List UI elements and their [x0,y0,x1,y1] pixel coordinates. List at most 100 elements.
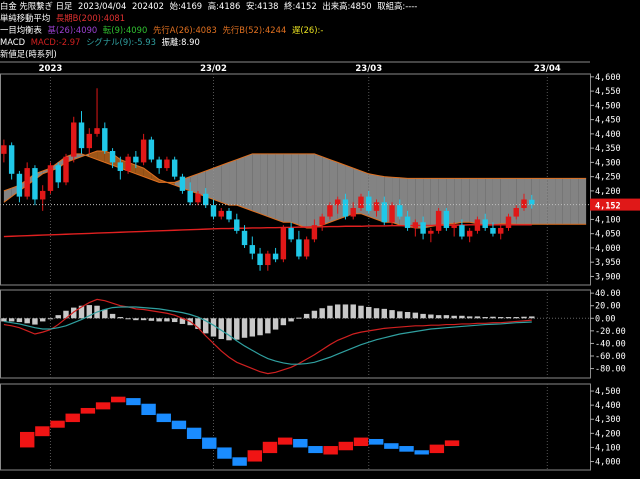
macd-osc-bar [39,318,46,322]
macd-osc-bar [210,318,217,337]
date-tick-label: 23/03 [355,64,382,74]
shinne-axis-label: 4,100 [595,443,621,453]
header-line-ma: 単純移動平均 長期B(200):4081 [0,13,128,24]
macd-osc-bar [296,317,302,319]
candle-body [187,190,193,203]
candle-body [428,230,434,234]
candle-body [443,210,450,228]
candle-body [474,219,481,231]
price-axis-label: 4,300 [595,158,621,168]
candle-body [234,219,240,231]
shinne-brick [338,441,354,451]
macd-osc-bar [389,310,395,319]
shinne-brick [444,440,460,447]
price-axis-label: 4,100 [595,215,621,225]
macd-osc-bar [366,306,372,319]
candle-body [466,230,473,237]
shinne-brick [399,446,414,452]
price-axis-label: 4,350 [595,144,621,154]
macd-osc-bar [373,308,380,319]
macd-osc-bar [459,315,465,319]
ichimoku-cloud-segment [229,159,237,206]
candle-body [327,205,333,217]
ma200-value: 長期B(200):4081 [55,13,126,23]
macd-osc-bar [327,305,333,319]
ichimoku-cloud-segment [492,178,501,226]
macd-osc-bar [311,310,318,319]
candle-body [32,168,38,200]
ichimoku-cloud-segment [275,153,284,223]
header-line-shinne: 新値足(時系列) [0,49,60,60]
candle-body [140,139,147,163]
candle-body [156,159,162,169]
volume-value: 出来高:4850 [322,1,372,11]
macd-osc-bar [443,315,450,319]
candle-body [529,199,535,205]
shinne-brick [186,427,202,439]
macd-axis-label: 40.00 [595,289,621,299]
macd-osc-bar [529,316,535,319]
ichimoku-cloud-segment [562,178,571,225]
candle-body [288,227,294,240]
candle-body [451,225,457,228]
date-tick-label: 23/02 [200,64,227,74]
candle-body [490,227,496,234]
shinne-brick [293,438,308,448]
ichimoku-cloud-segment [298,153,307,228]
macd-osc-bar [47,318,54,320]
candle-body [109,150,116,163]
shinne-brick [277,437,293,445]
candle-body [319,216,325,226]
macd-osc-bar [16,318,23,323]
instrument-name: 白金 先限繋ぎ 日足 [0,1,73,11]
shinne-brick [323,446,338,455]
candle-body [94,128,100,134]
high-value: 高:4186 [207,1,241,11]
macd-osc-bar [420,313,426,319]
candle-body [203,193,209,206]
candle-body [303,239,310,257]
macd-osc-bar [1,318,7,322]
date-tick-label: 2023 [39,64,63,74]
shinne-brick [95,402,111,410]
shinne-brick [20,431,35,448]
candle-body [171,159,178,177]
macd-osc-bar [498,317,504,319]
chart-canvas[interactable]: 2023 23/02 23/03 23/04 4,600 4,550 4,500 4,450 4… [0,0,640,479]
macd-osc-bar [397,311,403,319]
macd-osc-bar [156,318,162,322]
macd-osc-bar [303,313,310,319]
price-axis-label: 4,250 [595,173,621,183]
shinne-brick [126,398,141,406]
macd-osc-bar [319,308,325,319]
macd-osc-bar [474,316,481,319]
candle-body [342,199,349,217]
macd-osc-bar [164,318,170,322]
candle-body [78,122,85,149]
shinne-brick [353,437,369,447]
candle-body [47,165,54,191]
macd-axis-label: -80.00 [595,365,626,375]
macd-osc-bar [513,317,519,319]
shinne-brick [414,450,429,455]
candle-body [505,216,512,228]
shinne-axis-label: 4,400 [595,401,621,411]
candle-body [148,139,155,160]
ichimoku-cloud-segment [197,170,206,197]
ichimoku-cloud-segment [415,178,424,228]
candle-body [133,156,139,163]
macd-osc-bar [32,318,38,325]
ichimoku-cloud-segment [547,178,556,225]
candle-body [358,196,364,209]
macd-osc-bar [505,317,512,319]
candle-body [311,225,318,240]
ichimoku-cloud-segment [244,153,253,211]
macd-osc-bar [334,304,341,319]
candle-body [218,210,224,217]
macd-axis-label: -40.00 [595,339,626,349]
price-axis-label: 4,400 [595,130,621,140]
candle-body [257,253,263,266]
candle-body [272,253,279,260]
macd-osc-bar [404,312,411,319]
price-axis-label: 4,550 [595,87,621,97]
